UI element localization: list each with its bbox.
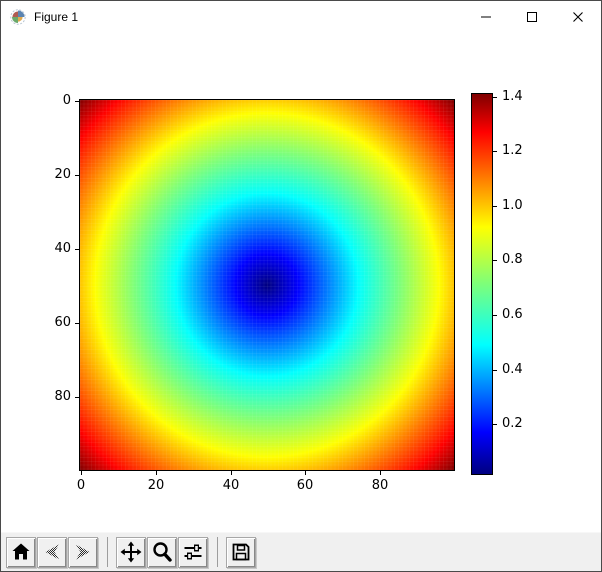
x-tick (305, 471, 306, 475)
minimize-icon (480, 11, 492, 23)
heatmap-image (80, 100, 454, 470)
x-tick (380, 471, 381, 475)
colorbar-tick-label: 0.2 (502, 416, 523, 432)
y-tick-label: 40 (35, 241, 71, 257)
toolbar-separator (217, 537, 218, 567)
sliders-icon (182, 541, 204, 563)
colorbar-tick-label: 0.6 (502, 307, 523, 323)
y-tick (75, 249, 79, 250)
configure-subplots-button[interactable] (178, 537, 208, 568)
minimize-button[interactable] (463, 1, 509, 32)
colorbar-tick-label: 0.4 (502, 362, 523, 378)
pan-arrows-icon (120, 541, 142, 563)
colorbar-tick (493, 370, 497, 371)
x-tick (81, 471, 82, 475)
maximize-icon (526, 11, 538, 23)
x-tick-label: 80 (360, 478, 400, 493)
y-tick-label: 60 (35, 315, 71, 331)
zoom-button[interactable] (147, 537, 177, 568)
x-tick (156, 471, 157, 475)
x-tick-label: 60 (285, 478, 325, 493)
y-tick-label: 80 (35, 389, 71, 405)
y-tick-label: 20 (35, 167, 71, 183)
save-button[interactable] (226, 537, 256, 568)
back-button[interactable] (37, 537, 67, 568)
window-controls (463, 1, 601, 32)
y-tick-label: 0 (35, 93, 71, 109)
y-tick (75, 101, 79, 102)
colorbar-tick (493, 151, 497, 152)
save-floppy-icon (230, 541, 252, 563)
colorbar-tick (493, 206, 497, 207)
colorbar (471, 93, 493, 475)
matplotlib-logo-icon (10, 9, 26, 25)
forward-arrow-icon (72, 541, 94, 563)
figure-window: Figure 1 0 20 40 60 80 (0, 0, 602, 572)
heatmap-axes[interactable] (79, 99, 455, 471)
back-arrow-icon (41, 541, 63, 563)
title-bar[interactable]: Figure 1 (1, 1, 601, 32)
x-tick-label: 40 (211, 478, 251, 493)
window-title: Figure 1 (34, 10, 78, 24)
close-icon (572, 11, 584, 23)
y-tick (75, 397, 79, 398)
colorbar-tick-label: 1.2 (502, 143, 523, 159)
y-tick (75, 175, 79, 176)
maximize-button[interactable] (509, 1, 555, 32)
colorbar-tick-label: 1.0 (502, 198, 523, 214)
home-icon (10, 541, 32, 563)
x-tick-label: 0 (61, 478, 101, 493)
close-button[interactable] (555, 1, 601, 32)
x-tick-label: 20 (136, 478, 176, 493)
forward-button[interactable] (68, 537, 98, 568)
colorbar-tick (493, 315, 497, 316)
colorbar-tick (493, 97, 497, 98)
figure-canvas[interactable]: 0 20 40 60 80 0 20 40 60 80 1.4 1.2 1.0 … (1, 32, 601, 532)
zoom-magnifier-icon (151, 541, 173, 563)
colorbar-tick (493, 260, 497, 261)
x-tick (231, 471, 232, 475)
colorbar-tick (493, 424, 497, 425)
pan-button[interactable] (116, 537, 146, 568)
home-button[interactable] (6, 537, 36, 568)
colorbar-tick-label: 1.4 (502, 89, 523, 105)
colorbar-tick-label: 0.8 (502, 252, 523, 268)
toolbar-separator (107, 537, 108, 567)
navigation-toolbar (1, 532, 601, 571)
y-tick (75, 323, 79, 324)
